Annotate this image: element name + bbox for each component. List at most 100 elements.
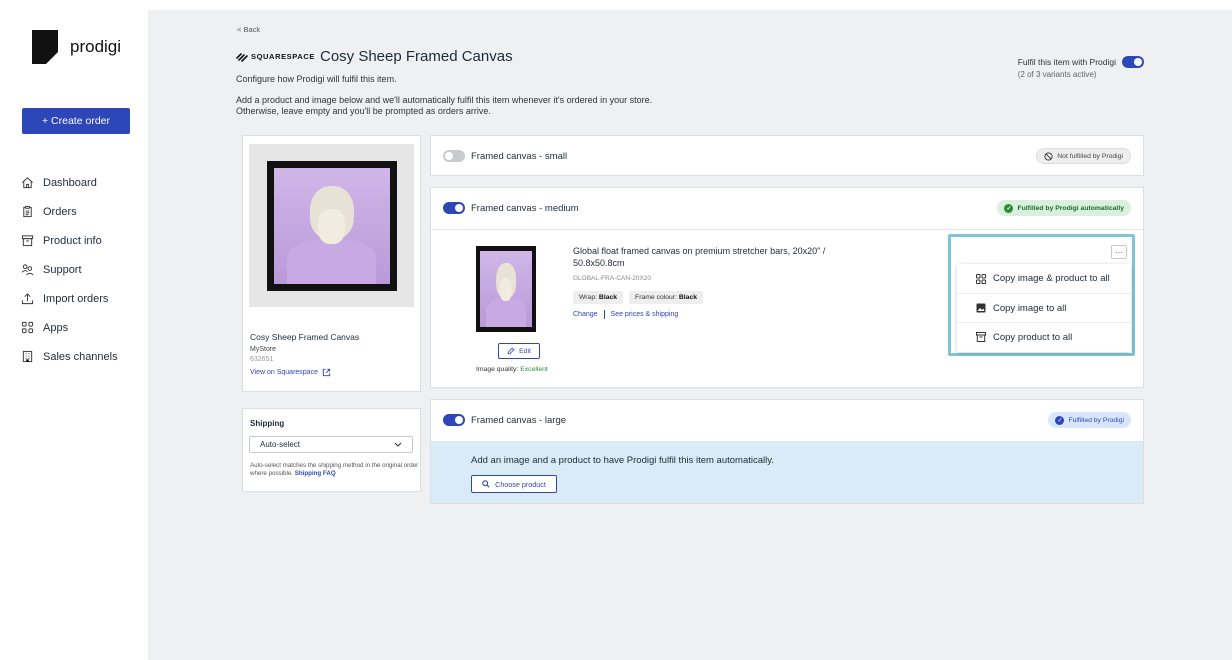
upload-icon — [20, 292, 34, 306]
shipping-help: Auto-select matches the shipping method … — [250, 462, 420, 478]
shipping-selected-value: Auto-select — [260, 440, 301, 449]
page-description: Add a product and image below and we'll … — [236, 95, 653, 105]
archive-icon — [975, 332, 986, 343]
sidebar-item-label: Import orders — [43, 292, 109, 305]
store-name: MyStore — [250, 346, 277, 353]
sidebar-item-support[interactable]: Support — [20, 255, 118, 284]
shipping-faq-link[interactable]: Shipping FAQ — [295, 470, 336, 477]
status-badge: ✓ Fulfilled by Prodigi — [1048, 412, 1131, 428]
status-text: Fulfilled by Prodigi — [1068, 416, 1124, 424]
image-quality: Image quality: Excellent — [476, 366, 548, 373]
squarespace-icon — [236, 52, 248, 62]
check-icon: ✓ — [1004, 203, 1014, 213]
framed-artwork — [266, 160, 397, 291]
view-on-squarespace-link[interactable]: View on Squarespace — [250, 368, 331, 377]
sidebar-item-import-orders[interactable]: Import orders — [20, 284, 118, 313]
change-product-link[interactable]: Change — [573, 311, 598, 318]
product-name: Cosy Sheep Framed Canvas — [250, 332, 360, 342]
back-link[interactable]: < Back — [237, 25, 260, 34]
fulfil-label: Fulfil this item with Prodigi — [1017, 57, 1116, 67]
app-frame: prodigi + Create order Dashboard Orders … — [6, 10, 1232, 660]
status-badge: Not fulfilled by Prodigi — [1036, 148, 1131, 164]
platform-name: SQUARESPACE — [251, 52, 315, 61]
people-icon — [20, 263, 34, 277]
product-sku: GLOBAL-FRA-CAN-20X20 — [573, 275, 652, 282]
product-attributes: Wrap: Black Frame colour: Black — [573, 291, 704, 304]
sidebar-item-label: Product info — [43, 234, 102, 247]
check-icon: ✓ — [1055, 415, 1065, 425]
prodigi-logo[interactable]: prodigi — [32, 30, 121, 64]
logo-text: prodigi — [70, 37, 122, 56]
edit-image-button[interactable]: Edit — [498, 343, 540, 359]
status-text: Not fulfilled by Prodigi — [1057, 152, 1123, 160]
shipping-select[interactable]: Auto-select — [249, 436, 413, 453]
edit-icon — [507, 347, 515, 355]
blocked-icon — [1044, 151, 1053, 161]
status-text: Fulfilled by Prodigi automatically — [1017, 204, 1124, 212]
sidebar-item-label: Support — [43, 263, 82, 276]
variant-small: Framed canvas - small Not fulfilled by P… — [430, 135, 1144, 176]
product-links: Change See prices & shipping — [573, 310, 678, 319]
menu-item-label: Copy image to all — [993, 302, 1067, 314]
product-title: Global float framed canvas on premium st… — [573, 246, 826, 268]
empty-variant-message: Add an image and a product to have Prodi… — [471, 455, 774, 466]
variant-image-thumbnail[interactable] — [476, 246, 536, 332]
sidebar-item-dashboard[interactable]: Dashboard — [20, 168, 118, 197]
image-icon — [975, 303, 986, 314]
sidebar-nav: Dashboard Orders Product info Support Im… — [20, 168, 118, 371]
image-quality-label: Image quality: — [476, 366, 519, 373]
sidebar-item-apps[interactable]: Apps — [20, 313, 118, 342]
choose-product-label: Choose product — [495, 479, 546, 489]
sidebar-item-label: Dashboard — [43, 176, 97, 189]
variant-medium: Framed canvas - medium ✓ Fulfilled by Pr… — [430, 187, 1144, 388]
variant-large: Framed canvas - large ✓ Fulfilled by Pro… — [430, 399, 1144, 504]
create-order-button[interactable]: + Create order — [22, 108, 130, 134]
product-card: Cosy Sheep Framed Canvas MyStore 632651 … — [242, 135, 421, 392]
page-title: Cosy Sheep Framed Canvas — [319, 48, 513, 65]
menu-item-copy-image[interactable]: Copy image to all — [957, 293, 1131, 322]
product-image — [249, 144, 414, 307]
search-icon — [482, 480, 490, 488]
copy-options-menu: Copy image & product to all Copy image t… — [957, 264, 1131, 352]
menu-item-copy-product[interactable]: Copy product to all — [957, 322, 1131, 351]
sidebar-item-sales-channels[interactable]: Sales channels — [20, 342, 118, 371]
more-options-button[interactable]: ··· — [1111, 245, 1127, 259]
archive-icon — [20, 234, 34, 248]
variant-small-toggle[interactable] — [443, 150, 465, 162]
variants-active-count: (2 of 3 variants active) — [1017, 70, 1097, 79]
variant-label: Framed canvas - large — [471, 414, 567, 426]
shipping-card: Shipping Auto-select Auto-select matches… — [242, 408, 421, 492]
see-prices-link[interactable]: See prices & shipping — [611, 311, 679, 318]
sidebar: prodigi + Create order Dashboard Orders … — [6, 10, 148, 660]
variant-label: Framed canvas - medium — [471, 202, 579, 214]
home-icon — [20, 176, 34, 190]
menu-item-copy-image-product[interactable]: Copy image & product to all — [957, 264, 1131, 293]
sidebar-item-label: Sales channels — [43, 350, 118, 363]
menu-item-label: Copy image & product to all — [993, 273, 1110, 284]
view-link-label: View on Squarespace — [250, 369, 318, 376]
sidebar-item-product-info[interactable]: Product info — [20, 226, 118, 255]
sidebar-item-label: Orders — [43, 205, 77, 218]
image-quality-value: Excellent — [520, 366, 548, 373]
page-subtitle: Configure how Prodigi will fulfil this i… — [236, 74, 397, 84]
chevron-down-icon — [394, 442, 402, 447]
variant-label: Framed canvas - small — [471, 150, 568, 162]
variant-medium-toggle[interactable] — [443, 202, 465, 214]
clipboard-icon — [20, 205, 34, 219]
fulfil-toggle[interactable] — [1122, 56, 1144, 68]
grid-icon — [975, 273, 986, 284]
edit-label: Edit — [519, 347, 531, 355]
choose-product-button[interactable]: Choose product — [471, 475, 557, 493]
status-badge: ✓ Fulfilled by Prodigi automatically — [997, 200, 1131, 216]
shipping-label: Shipping — [250, 419, 285, 428]
product-id: 632651 — [250, 356, 274, 363]
fulfil-with-prodigi: Fulfil this item with Prodigi (2 of 3 va… — [1018, 56, 1144, 79]
frame-colour-chip: Frame colour: Black — [629, 291, 704, 304]
variant-large-toggle[interactable] — [443, 414, 465, 426]
external-link-icon — [322, 368, 331, 377]
wrap-chip: Wrap: Black — [573, 291, 624, 304]
sidebar-item-orders[interactable]: Orders — [20, 197, 118, 226]
empty-variant-panel: Add an image and a product to have Prodi… — [431, 441, 1143, 503]
squarespace-logo: SQUARESPACE — [236, 52, 315, 62]
building-icon — [20, 350, 34, 364]
